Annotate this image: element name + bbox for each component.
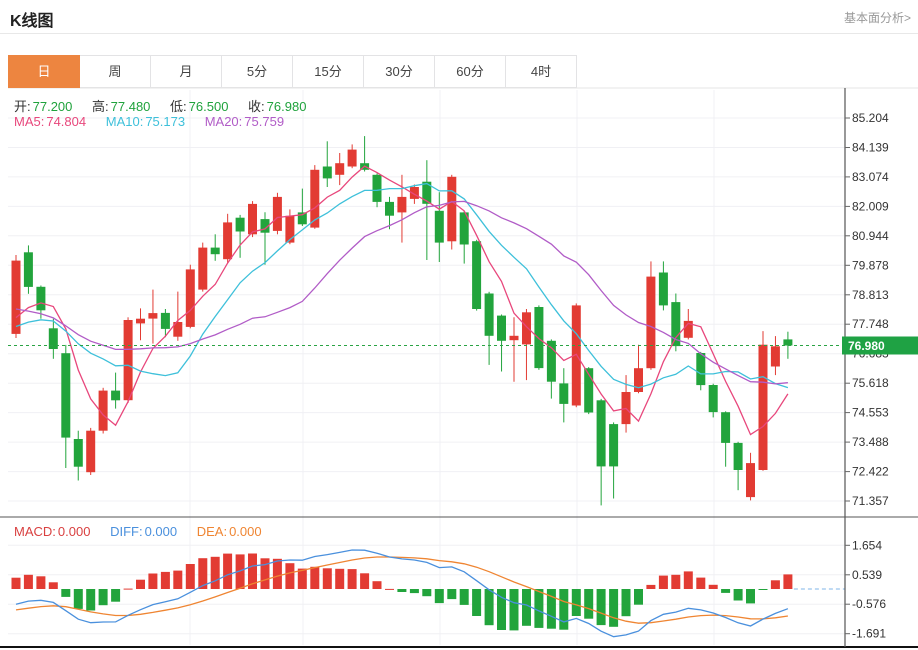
ma10-value: 75.173 [145,114,185,129]
svg-text:74.553: 74.553 [852,406,889,420]
svg-text:75.618: 75.618 [852,376,889,390]
high-value: 77.480 [111,99,151,114]
kline-page: K线图 基本面分析> 日 周 月 5分 15分 30分 60分 4时 85.20… [0,0,918,650]
open-value: 77.200 [33,99,73,114]
svg-text:78.813: 78.813 [852,288,889,302]
low-value: 76.500 [189,99,229,114]
ma-readout: MA5:74.804 MA10:75.173 MA20:75.759 [14,114,286,129]
svg-text:84.139: 84.139 [852,141,889,155]
ma10-label: MA10: [106,114,144,129]
ma20-value: 75.759 [244,114,284,129]
y-axis-labels: 85.204 84.139 83.074 82.009 80.944 79.878 78.8… [845,111,889,641]
diff-label: DIFF: [110,524,143,539]
dea-value: 0.000 [229,524,262,539]
svg-text:72.422: 72.422 [852,465,889,479]
candles-layer [12,136,793,505]
svg-text:-0.576: -0.576 [852,597,886,611]
diff-value: 0.000 [145,524,178,539]
svg-text:85.204: 85.204 [852,111,889,125]
macd-label: MACD: [14,524,56,539]
macd-readout: MACD:0.000 DIFF:0.000 DEA:0.000 [14,524,264,539]
open-label: 开: [14,99,31,114]
macd-value: 0.000 [58,524,91,539]
close-value: 76.980 [267,99,307,114]
svg-text:77.748: 77.748 [852,317,889,331]
ohlc-readout: 开:77.200 高:77.480 低:76.500 收:76.980 [14,96,308,115]
svg-text:79.878: 79.878 [852,258,889,272]
svg-text:80.944: 80.944 [852,229,889,243]
dea-label: DEA: [197,524,227,539]
svg-text:83.074: 83.074 [852,170,889,184]
current-price-value: 76.980 [848,339,885,353]
diff-line [16,550,788,637]
svg-text:1.654: 1.654 [852,538,882,552]
high-label: 高: [92,99,109,114]
svg-text:-1.691: -1.691 [852,627,886,641]
low-label: 低: [170,99,187,114]
tab-day[interactable]: 日 [8,55,80,88]
current-price-badge: 76.980 [842,337,918,355]
svg-text:82.009: 82.009 [852,199,889,213]
svg-text:73.488: 73.488 [852,435,889,449]
svg-text:71.357: 71.357 [852,494,889,508]
svg-text:0.539: 0.539 [852,568,882,582]
close-label: 收: [248,99,265,114]
ma5-value: 74.804 [46,114,86,129]
macd-layer [12,550,846,637]
ma20-label: MA20: [205,114,243,129]
ma5-label: MA5: [14,114,44,129]
